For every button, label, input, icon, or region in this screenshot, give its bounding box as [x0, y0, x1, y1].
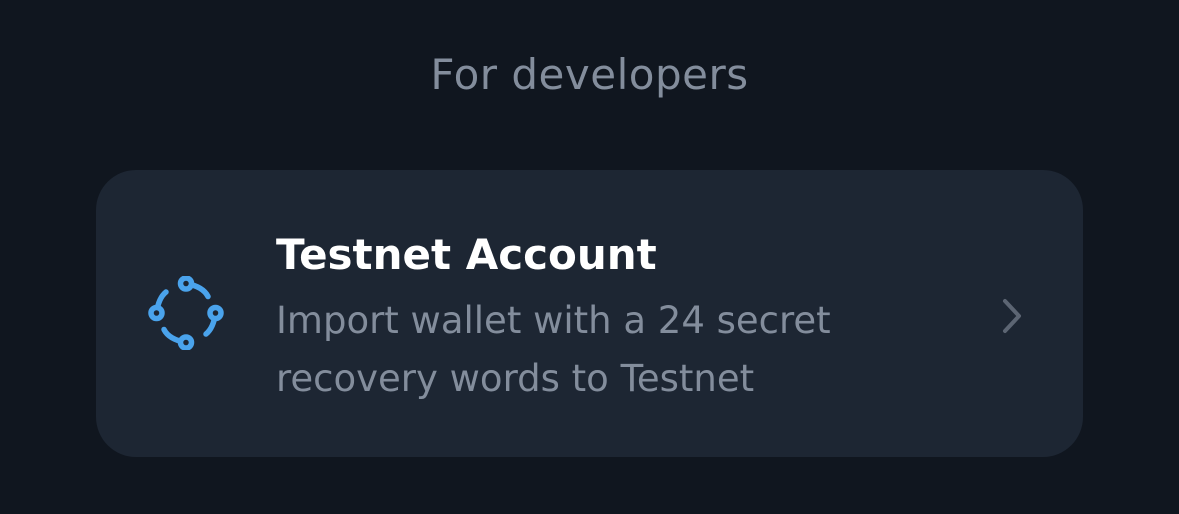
card-subtitle: Import wallet with a 24 secret recovery …: [276, 299, 831, 400]
testnet-network-icon: [146, 275, 226, 351]
chevron-right-icon: [998, 296, 1026, 336]
card-title: Testnet Account: [276, 230, 657, 279]
card-text-group: Testnet Account Import wallet with a 24 …: [276, 226, 956, 408]
section-title: For developers: [430, 50, 749, 99]
